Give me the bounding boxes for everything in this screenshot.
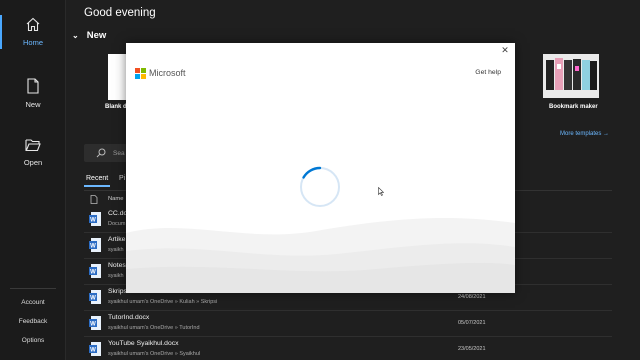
file-path: syaikh (108, 247, 124, 253)
new-section-label: New (86, 30, 107, 41)
svg-text:W: W (90, 322, 96, 328)
file-type-icon (90, 195, 98, 204)
new-document-icon (27, 78, 39, 94)
word-file-icon: W (89, 264, 101, 278)
bookmark-thumbnail (543, 54, 599, 98)
file-path: syaikhul umam's OneDrive » Kuliah » Skri… (108, 299, 218, 305)
file-name: YouTube Syaikhul.docx (108, 340, 179, 347)
chevron-down-icon: ⌄ (72, 31, 79, 40)
tab-pinned[interactable]: Pi (119, 175, 125, 182)
close-icon[interactable]: ✕ (499, 44, 511, 56)
svg-text:W: W (90, 348, 96, 354)
rail-divider (10, 288, 56, 289)
search-icon (96, 148, 106, 158)
get-help-link[interactable]: Get help (475, 69, 501, 76)
bookmark-maker-template[interactable] (543, 54, 599, 98)
nav-new-label: New (25, 100, 41, 109)
tab-recent-underline (84, 185, 110, 187)
file-row[interactable]: W YouTube Syaikhul.docx syaikhul umam's … (84, 337, 612, 360)
file-name: Notes (108, 262, 126, 269)
more-templates-label: More templates (560, 131, 602, 137)
file-path: syaikhul umam's OneDrive » Syaikhul (108, 351, 201, 357)
microsoft-logo-icon (135, 68, 146, 79)
file-path: syaikh (108, 273, 124, 279)
file-path: syaikhul umam's OneDrive » TutorInd (108, 325, 200, 331)
nav-feedback[interactable]: Feedback (0, 318, 66, 325)
sign-in-dialog: ✕ Microsoft Get help (126, 43, 515, 293)
logo-square-yellow (141, 74, 146, 79)
tab-recent[interactable]: Recent (86, 175, 108, 182)
file-date: 05/07/2021 (458, 320, 486, 326)
file-name: Artike (108, 236, 126, 243)
word-file-icon: W (89, 316, 101, 330)
logo-square-red (135, 68, 140, 73)
decorative-waves (126, 217, 515, 293)
arrow-right-icon: → (603, 131, 610, 137)
nav-home[interactable]: Home (0, 15, 66, 49)
file-name: TutorInd.docx (108, 314, 150, 321)
column-header-name[interactable]: Name (108, 196, 123, 202)
folder-icon (25, 139, 41, 152)
svg-text:W: W (90, 296, 96, 302)
logo-square-blue (135, 74, 140, 79)
nav-open[interactable]: Open (0, 138, 66, 167)
mouse-cursor-icon (378, 187, 384, 196)
svg-text:W: W (90, 244, 96, 250)
logo-square-green (141, 68, 146, 73)
microsoft-brand: Microsoft (149, 68, 186, 78)
home-icon (26, 17, 40, 32)
word-file-icon: W (89, 212, 101, 226)
word-file-icon: W (89, 342, 101, 356)
more-templates-link[interactable]: More templates → (560, 131, 609, 137)
search-placeholder: Sea (113, 150, 125, 157)
nav-account[interactable]: Account (0, 299, 66, 306)
nav-new[interactable]: New (0, 78, 66, 109)
nav-options[interactable]: Options (0, 337, 66, 344)
file-date: 24/08/2021 (458, 294, 486, 300)
svg-text:W: W (90, 270, 96, 276)
nav-home-label: Home (22, 38, 43, 47)
svg-text:W: W (90, 218, 96, 224)
bookmark-template-label: Bookmark maker (549, 104, 598, 110)
file-row[interactable]: W TutorInd.docx syaikhul umam's OneDrive… (84, 311, 612, 337)
file-path: Docum (108, 221, 126, 227)
word-file-icon: W (89, 290, 101, 304)
nav-open-label: Open (23, 158, 43, 167)
nav-rail: Home New Open Account Feedback Options (0, 0, 66, 360)
selection-indicator (0, 15, 2, 49)
greeting-title: Good evening (84, 7, 156, 19)
word-file-icon: W (89, 238, 101, 252)
new-section-header[interactable]: ⌄ New (72, 30, 106, 41)
file-date: 23/05/2021 (458, 346, 486, 352)
